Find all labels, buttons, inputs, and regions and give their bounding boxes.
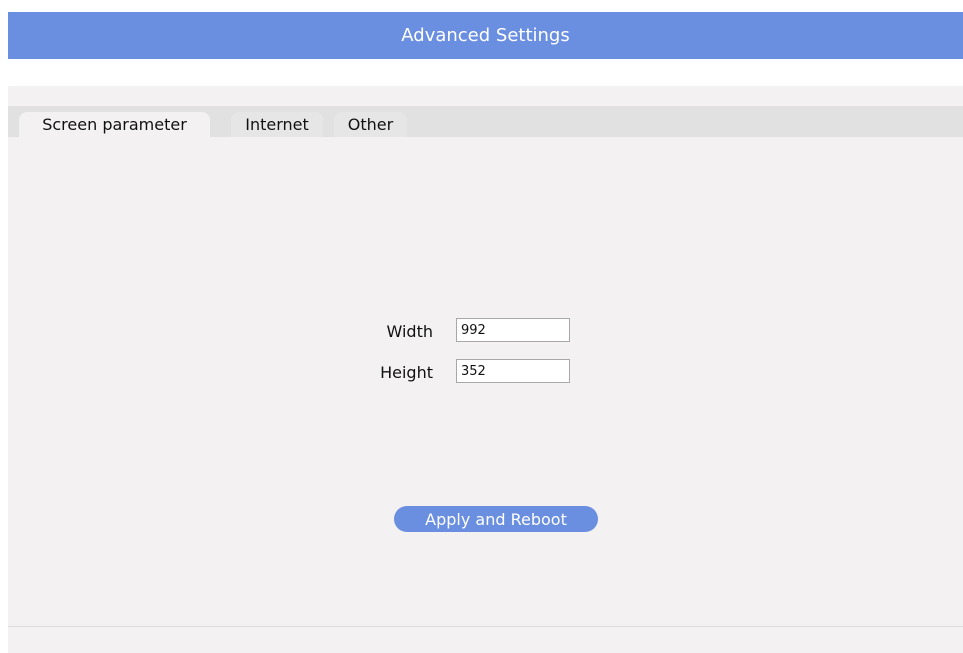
tab-label: Other bbox=[347, 115, 394, 134]
window-title-bar: Advanced Settings bbox=[8, 12, 963, 59]
width-label: Width bbox=[386, 322, 433, 341]
tab-other[interactable]: Other bbox=[334, 112, 407, 137]
footer-divider bbox=[8, 626, 963, 627]
tab-label: Screen parameter bbox=[42, 115, 187, 134]
apply-and-reboot-button[interactable]: Apply and Reboot bbox=[394, 506, 598, 532]
tab-strip: Screen parameter Internet Other bbox=[8, 106, 963, 137]
tab-label: Internet bbox=[245, 115, 309, 134]
height-label: Height bbox=[380, 363, 433, 382]
width-input[interactable] bbox=[456, 318, 570, 342]
tab-internet[interactable]: Internet bbox=[231, 112, 323, 137]
settings-panel: Screen parameter Internet Other Width He… bbox=[8, 86, 963, 653]
window-title: Advanced Settings bbox=[401, 25, 570, 46]
tab-screen-parameter[interactable]: Screen parameter bbox=[19, 112, 210, 137]
height-input[interactable] bbox=[456, 359, 570, 383]
